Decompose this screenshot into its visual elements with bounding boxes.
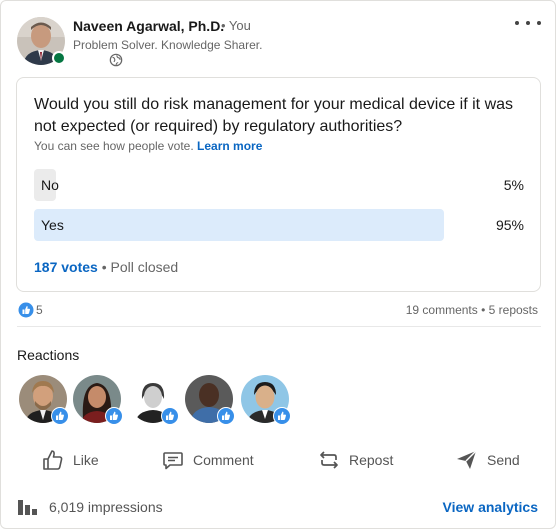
- poll-option-no: No 5%: [34, 169, 524, 201]
- impressions-count: 6,019 impressions: [49, 499, 163, 515]
- poll-option-label: Yes: [41, 217, 64, 233]
- reactor-avatar[interactable]: [241, 375, 291, 425]
- poll-option-percent: 5%: [503, 177, 524, 193]
- repost-icon: [320, 451, 338, 469]
- like-reaction-icon: [161, 407, 179, 425]
- poll-option-label: No: [41, 177, 59, 193]
- poll-footer: 187 votes • Poll closed: [34, 259, 178, 275]
- like-label: Like: [73, 452, 99, 468]
- thumbs-up-icon: [43, 450, 63, 470]
- repost-label: Repost: [349, 452, 394, 468]
- poll-option-yes: Yes 95%: [34, 209, 524, 241]
- send-icon: [457, 450, 477, 469]
- globe-icon: [109, 53, 123, 67]
- poll-votes-link[interactable]: 187 votes: [34, 259, 98, 275]
- like-reaction-icon: [217, 407, 235, 425]
- counts-separator: •: [477, 303, 489, 317]
- learn-more-link[interactable]: Learn more: [197, 139, 262, 153]
- author-degree: • You: [221, 18, 251, 33]
- comment-button[interactable]: Comment: [161, 447, 254, 473]
- post-card: Naveen Agarwal, Ph.D. • You Problem Solv…: [0, 0, 556, 529]
- author-headline: Problem Solver. Knowledge Sharer.: [73, 38, 263, 52]
- more-horizontal-icon: [515, 21, 519, 25]
- reactor-avatar[interactable]: [73, 375, 123, 425]
- author-name[interactable]: Naveen Agarwal, Ph.D.: [73, 18, 224, 34]
- reactions-heading: Reactions: [17, 347, 80, 363]
- online-status-dot: [52, 51, 66, 65]
- bar-chart-icon: [18, 500, 37, 515]
- poll-question: Would you still do risk management for y…: [34, 96, 514, 135]
- like-reaction-icon: [51, 407, 69, 425]
- poll-visibility-note: You can see how people vote. Learn more: [34, 139, 262, 153]
- reaction-count[interactable]: 5: [36, 303, 43, 317]
- comment-icon: [163, 452, 183, 470]
- like-button[interactable]: Like: [41, 447, 99, 473]
- divider: [17, 326, 541, 327]
- view-analytics-link[interactable]: View analytics: [443, 499, 538, 515]
- reactor-avatar[interactable]: [185, 375, 235, 425]
- like-reaction-icon: [273, 407, 291, 425]
- poll-container: Would you still do risk management for y…: [16, 77, 541, 292]
- poll-visibility-text: You can see how people vote.: [34, 139, 194, 153]
- repost-button[interactable]: Repost: [317, 447, 393, 473]
- send-label: Send: [487, 452, 520, 468]
- reactor-avatar[interactable]: [129, 375, 179, 425]
- engagement-counts: 19 comments • 5 reposts: [406, 303, 538, 317]
- poll-option-bar: [34, 209, 444, 241]
- send-button[interactable]: Send: [455, 447, 520, 473]
- like-reaction-icon: [105, 407, 123, 425]
- comments-count-link[interactable]: 19 comments: [406, 303, 478, 317]
- more-options-button[interactable]: [515, 13, 541, 33]
- like-reaction-icon: [18, 302, 34, 318]
- comment-label: Comment: [193, 452, 254, 468]
- reposts-count-link[interactable]: 5 reposts: [489, 303, 538, 317]
- poll-status: • Poll closed: [101, 259, 179, 275]
- poll-option-percent: 95%: [495, 217, 524, 233]
- reactor-avatar[interactable]: [19, 375, 69, 425]
